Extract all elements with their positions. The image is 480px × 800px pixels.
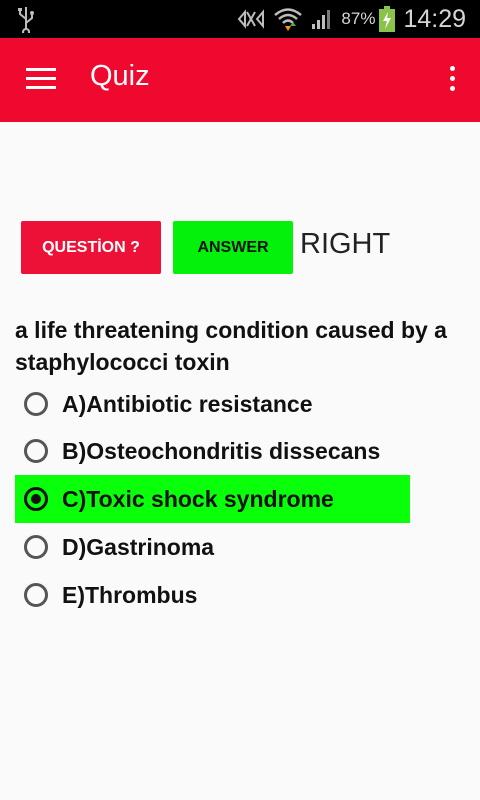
question-text: a life threatening condition caused by a… xyxy=(15,317,447,375)
battery-charging-icon xyxy=(379,6,396,32)
signal-blocked-icon xyxy=(238,9,265,29)
option-label: B)Osteochondritis dissecans xyxy=(62,437,381,464)
option-c[interactable]: C)Toxic shock syndrome xyxy=(15,475,410,523)
answer-button[interactable]: ANSWER xyxy=(173,221,293,274)
option-a[interactable]: A)Antibiotic resistance xyxy=(15,380,410,428)
radio-a[interactable] xyxy=(24,392,48,416)
question-button[interactable]: QUESTİON ? xyxy=(21,221,161,274)
option-label: E)Thrombus xyxy=(62,581,198,608)
wifi-icon xyxy=(274,8,303,31)
radio-e[interactable] xyxy=(24,583,48,607)
cell-signal-icon xyxy=(312,10,331,29)
app-bar: Quiz xyxy=(0,38,480,122)
battery-percent: 87% xyxy=(341,9,376,28)
more-vert-icon[interactable] xyxy=(448,66,456,94)
radio-d[interactable] xyxy=(24,535,48,559)
option-label: A)Antibiotic resistance xyxy=(62,390,313,417)
option-e[interactable]: E)Thrombus xyxy=(15,571,410,619)
app-title: Quiz xyxy=(90,60,150,92)
clock: 14:29 xyxy=(403,4,466,33)
option-d[interactable]: D)Gastrinoma xyxy=(15,523,410,571)
usb-icon xyxy=(18,7,34,33)
status-bar: 87% 14:29 xyxy=(0,0,480,38)
radio-c[interactable] xyxy=(24,487,48,511)
hamburger-menu-icon[interactable] xyxy=(26,68,56,92)
option-label: C)Toxic shock syndrome xyxy=(62,485,334,512)
radio-b[interactable] xyxy=(24,439,48,463)
option-b[interactable]: B)Osteochondritis dissecans xyxy=(15,427,410,475)
option-label: D)Gastrinoma xyxy=(62,533,215,560)
result-text: RIGHT xyxy=(300,228,391,260)
